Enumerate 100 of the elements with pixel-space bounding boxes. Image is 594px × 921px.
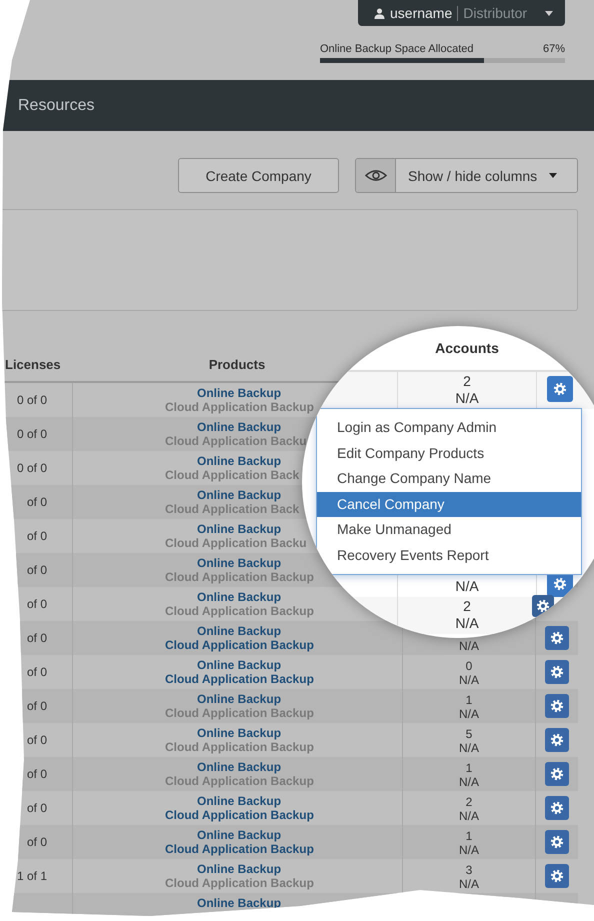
settings-button[interactable] <box>545 762 569 786</box>
column-header: Products <box>208 356 266 372</box>
table-cell: of 0 <box>26 733 47 747</box>
column-header: Accounts <box>434 339 500 358</box>
product-link[interactable]: Cloud Application Backup <box>165 604 314 618</box>
column-header: Licenses <box>4 356 62 372</box>
table-cell: 1 <box>466 693 472 707</box>
product-link[interactable]: Online Backup <box>197 522 282 536</box>
product-link[interactable]: Online Backup <box>197 590 282 604</box>
product-link[interactable]: Cloud Application Backup <box>165 740 314 754</box>
gear-icon <box>550 835 564 849</box>
table-cell: 2 <box>463 373 471 390</box>
menu-item[interactable]: Change Company Name <box>317 466 581 492</box>
table-cell: N/A <box>458 707 479 721</box>
table-cell: of 0 <box>26 529 47 543</box>
eye-icon <box>364 169 386 182</box>
table-cell: 0 of 0 <box>16 461 47 475</box>
product-link[interactable]: Cloud Application Back <box>165 468 300 482</box>
show-hide-columns-button[interactable]: Show / hide columns <box>396 159 577 192</box>
table-cell: 5 <box>466 727 472 741</box>
table-cell: of 0 <box>26 767 47 781</box>
table-cell: N/A <box>455 615 479 632</box>
user-menu-button[interactable]: username Distributor <box>358 0 565 26</box>
caret-icon <box>549 173 558 178</box>
create-company-button[interactable]: Create Company <box>178 158 339 193</box>
gear-icon <box>550 665 564 679</box>
table-cell: 0 <box>466 659 472 673</box>
settings-button[interactable] <box>545 694 569 718</box>
table-cell: of 0 <box>26 597 47 611</box>
settings-button[interactable] <box>545 864 569 888</box>
table-cell: of 0 <box>26 801 47 815</box>
table-cell: N/A <box>458 843 479 857</box>
product-link[interactable]: Cloud Application Backup <box>165 672 314 686</box>
eye-button[interactable] <box>356 159 396 192</box>
product-link[interactable]: Cloud Application Backup <box>165 808 314 822</box>
table-cell: of 0 <box>26 665 47 679</box>
product-link[interactable]: Cloud Application Backup <box>165 876 314 890</box>
menu-item[interactable]: Recovery Events Report <box>317 542 581 568</box>
product-link[interactable]: Online Backup <box>197 692 282 706</box>
gear-icon <box>550 801 564 815</box>
product-link[interactable]: Cloud Application Backup <box>165 638 314 652</box>
table-cell: 1 <box>466 829 472 843</box>
product-link[interactable]: Online Backup <box>197 556 282 570</box>
settings-button[interactable] <box>545 830 569 854</box>
product-link[interactable]: Online Backup <box>197 624 282 638</box>
table-cell: 1 <box>466 761 472 775</box>
settings-button[interactable] <box>546 376 572 402</box>
gear-icon <box>550 699 564 713</box>
table-cell: 0 of 0 <box>16 427 47 441</box>
table-cell: N/A <box>455 578 479 595</box>
product-link[interactable]: Online Backup <box>197 760 282 774</box>
gear-icon <box>552 382 566 396</box>
table-cell: 0 of 0 <box>16 393 47 407</box>
product-link[interactable]: Online Backup <box>197 420 282 434</box>
table-cell: N/A <box>455 390 479 407</box>
gear-icon <box>550 631 564 645</box>
table-cell: N/A <box>458 673 479 687</box>
section-title: Resources <box>18 96 94 114</box>
table-cell: 2 <box>463 598 471 615</box>
settings-button[interactable] <box>545 728 569 752</box>
table-cell: 3 <box>466 863 472 877</box>
table-cell: N/A <box>458 877 479 891</box>
product-link[interactable]: Online Backup <box>197 794 282 808</box>
gear-icon <box>552 577 566 591</box>
product-link[interactable]: Online Backup <box>197 454 282 468</box>
table-cell: of 0 <box>26 563 47 577</box>
menu-item[interactable]: Edit Company Products <box>317 440 581 466</box>
settings-button[interactable] <box>545 660 569 684</box>
product-link[interactable]: Cloud Application Backup <box>165 400 314 414</box>
gear-icon <box>536 599 550 613</box>
product-link[interactable]: Online Backup <box>197 488 282 502</box>
table-cell: of 0 <box>26 631 47 645</box>
table-cell: N/A <box>458 809 479 823</box>
product-link[interactable]: Cloud Application Backu <box>165 536 307 550</box>
table-cell: N/A <box>458 741 479 755</box>
menu-item[interactable]: Cancel Company <box>317 492 581 517</box>
table-cell: of 0 <box>26 699 47 713</box>
username-label: username <box>390 5 452 21</box>
settings-button[interactable] <box>545 626 569 650</box>
product-link[interactable]: Cloud Application Backup <box>165 842 314 856</box>
product-link[interactable]: Online Backup <box>197 828 282 842</box>
settings-button[interactable] <box>532 595 554 617</box>
table-cell: N/A <box>458 775 479 789</box>
storage-reading: 67% <box>542 43 565 55</box>
product-link[interactable]: Online Backup <box>197 386 282 400</box>
product-link[interactable]: Online Backup <box>197 658 282 672</box>
storage-label: Online Backup Space Allocated <box>320 43 474 55</box>
settings-button[interactable] <box>545 796 569 820</box>
caret-icon <box>545 10 553 16</box>
product-link[interactable]: Online Backup <box>197 726 282 740</box>
product-link[interactable]: Online Backup <box>197 896 282 910</box>
user-icon <box>374 8 385 18</box>
table-cell: of 0 <box>26 495 47 509</box>
table-cell: 2 <box>466 795 472 809</box>
gear-icon <box>550 733 564 747</box>
gear-icon <box>550 869 564 883</box>
menu-item[interactable]: Login as Company Admin <box>317 415 581 440</box>
menu-item[interactable]: Make Unmanaged <box>317 517 581 542</box>
product-link[interactable]: Online Backup <box>197 862 282 876</box>
role-label: Distributor <box>463 5 528 21</box>
